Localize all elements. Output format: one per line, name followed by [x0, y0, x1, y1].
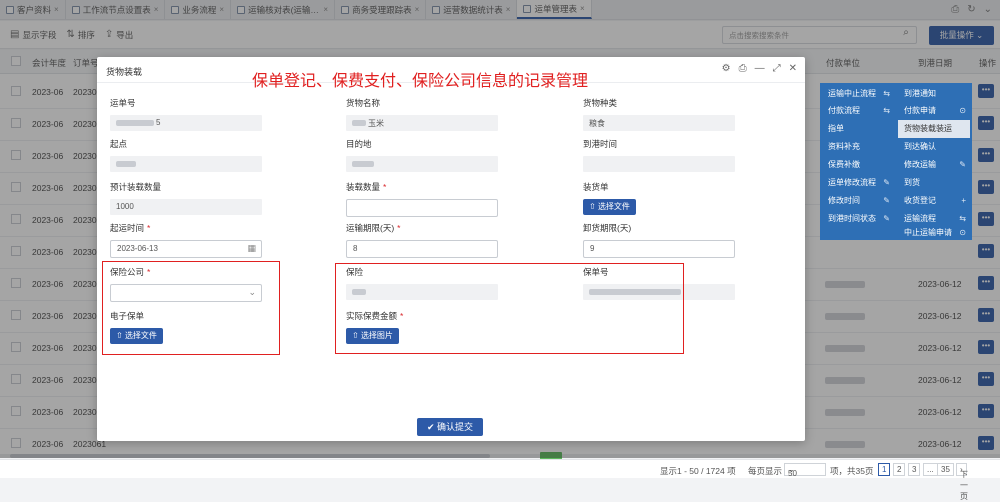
menu-item-stop-transport-apply[interactable]: 中止运输申请 ⊙: [898, 224, 970, 242]
waybill-no-field: 运单号 5: [110, 97, 262, 131]
highlight-box-policy: [335, 263, 684, 354]
goods-loading-dialog: 货物装载 ⚙ ⎙ — ⤢ ✕ 运单号 5 货物名称 玉米 货物种类 粮食 起点 …: [97, 57, 805, 441]
destination-field: 目的地: [346, 138, 498, 172]
dialog-title: 货物装载: [106, 67, 143, 77]
goods-type-field: 货物种类 粮食: [583, 97, 735, 131]
goods-type-value: 粮食: [583, 115, 735, 131]
menu-item-arrival-notice[interactable]: 到港通知: [898, 85, 970, 103]
minimize-icon[interactable]: —: [755, 63, 765, 74]
est-qty-field: 预计装载数量 1000: [110, 181, 262, 215]
est-qty-value: 1000: [110, 199, 262, 215]
menu-item-transport-stop-flow[interactable]: 运输中止流程 ⇆: [822, 85, 894, 103]
menu-item-arrived[interactable]: 到货: [898, 174, 970, 192]
dialog-window-controls: ⚙ ⎙ — ⤢ ✕: [722, 63, 797, 74]
redacted-bar: [352, 120, 366, 126]
load-doc-field: 装货单 ⇧ 选择文件: [583, 181, 636, 215]
waybill-no-value: 5: [110, 115, 262, 131]
menu-item-edit-time[interactable]: 修改时间 ✎: [822, 192, 894, 210]
menu-item-payment-apply[interactable]: 付款申请 ⊙: [898, 102, 970, 120]
arrival-time-field: 到港时间: [583, 138, 735, 172]
per-page-label: 每页显示: [748, 466, 783, 476]
edit-icon: ✎: [959, 160, 966, 169]
page-2[interactable]: 2: [893, 463, 906, 476]
menu-item-premium-makeup[interactable]: 保费补缴: [822, 156, 894, 174]
check-icon: ✔: [426, 422, 435, 432]
pagination: 显示1 - 50 / 1724 项 每页显示 50 ⌄ 项，共35页 1 2 3…: [0, 459, 1000, 501]
edit-icon: ✎: [883, 196, 890, 205]
page-1[interactable]: 1: [878, 463, 891, 476]
menu-item-edit-transport[interactable]: 修改运输 ✎: [898, 156, 970, 174]
confirm-submit-button[interactable]: ✔ 确认提交: [417, 418, 483, 436]
upload-icon: ⇧: [589, 202, 596, 211]
print-icon[interactable]: ⎙: [739, 63, 747, 74]
ops-dropdown-menu: 运输中止流程 ⇆ 到港通知 付款流程 ⇆ 付款申请 ⊙ 指单 货物装载装运 资料补充 …: [820, 83, 972, 240]
menu-item-bill[interactable]: 指单: [822, 120, 894, 138]
maximize-icon[interactable]: ⤢: [773, 63, 781, 74]
goods-name-value: 玉米: [346, 115, 498, 131]
transit-days-input[interactable]: 8: [346, 240, 498, 258]
load-qty-field: 装载数量 *: [346, 181, 498, 217]
close-icon[interactable]: ✕: [789, 63, 797, 74]
swap-icon: ⇆: [883, 89, 890, 98]
total-pages: 项，共35页: [830, 466, 874, 476]
load-qty-input[interactable]: [346, 199, 498, 217]
next-page-button[interactable]: 下一页 ›: [956, 463, 968, 501]
origin-field: 起点: [110, 138, 262, 172]
required-mark: *: [147, 223, 151, 233]
menu-item-arrival-confirm[interactable]: 到达确认: [898, 138, 970, 156]
required-mark: *: [383, 182, 387, 192]
unload-days-input[interactable]: 9: [583, 240, 735, 258]
page-summary: 显示1 - 50 / 1724 项: [660, 466, 736, 476]
swap-icon: ⇆: [883, 106, 890, 115]
transit-days-field: 运输期限(天) * 8: [346, 222, 498, 258]
per-page-select[interactable]: 50 ⌄: [784, 463, 826, 478]
plus-icon: +: [961, 196, 966, 205]
menu-item-receipt-register[interactable]: 收货登记 +: [898, 192, 970, 210]
circle-icon: ⊙: [959, 106, 966, 115]
settings-icon[interactable]: ⚙: [722, 63, 731, 74]
destination-value: [346, 156, 498, 172]
redacted-bar: [116, 120, 154, 126]
page-3[interactable]: 3: [908, 463, 921, 476]
menu-item-goods-loading[interactable]: 货物装载装运: [898, 120, 970, 138]
load-doc-upload-button[interactable]: ⇧ 选择文件: [583, 199, 636, 215]
edit-icon: ✎: [883, 178, 890, 187]
edit-icon: ✎: [883, 214, 890, 223]
menu-item-doc-supplement[interactable]: 资料补充: [822, 138, 894, 156]
menu-item-waybill-edit-flow[interactable]: 运单修改流程 ✎: [822, 174, 894, 192]
annotation-caption: 保单登记、保费支付、保险公司信息的记录管理: [252, 71, 589, 90]
menu-item-payment-flow[interactable]: 付款流程 ⇆: [822, 102, 894, 120]
page-ellipsis: ...: [923, 463, 938, 476]
menu-item-arrival-status[interactable]: 到港时间状态 ✎: [822, 210, 894, 228]
redacted-bar: [352, 161, 374, 167]
ship-time-input[interactable]: 2023-06-13 ▦: [110, 240, 262, 258]
unload-days-field: 卸货期限(天) 9: [583, 222, 735, 258]
page-35[interactable]: 35: [937, 463, 954, 476]
goods-name-field: 货物名称 玉米: [346, 97, 498, 131]
arrival-time-value: [583, 156, 735, 172]
redacted-bar: [116, 161, 136, 167]
ship-time-field: 起运时间 * 2023-06-13 ▦: [110, 222, 262, 258]
calendar-icon[interactable]: ▦: [247, 243, 256, 254]
circle-icon: ⊙: [959, 228, 966, 237]
required-mark: *: [397, 223, 401, 233]
highlight-box-insurer: [102, 261, 280, 355]
origin-value: [110, 156, 262, 172]
